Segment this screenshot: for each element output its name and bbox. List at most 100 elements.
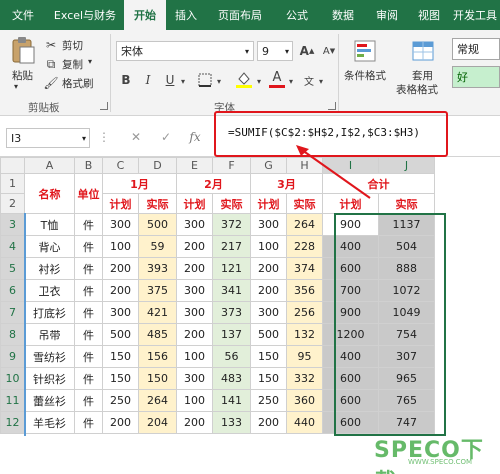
fill-color-icon[interactable] <box>234 70 254 88</box>
insert-function-icon[interactable]: fx <box>186 129 204 145</box>
header-actual-m3[interactable]: 实际 <box>286 193 323 214</box>
cell-unit[interactable]: 件 <box>74 411 103 434</box>
column-header-e[interactable]: E <box>176 157 213 174</box>
cell-value[interactable]: 393 <box>138 257 177 280</box>
cell-value[interactable]: 300 <box>176 279 213 302</box>
cell-name[interactable]: 羊毛衫 <box>24 411 75 434</box>
cell-value[interactable]: 300 <box>250 213 287 236</box>
cell-value[interactable]: 500 <box>138 213 177 236</box>
cell-value[interactable]: 372 <box>212 213 251 236</box>
cell-total-plan[interactable]: 600 <box>322 257 379 280</box>
table-format-icon[interactable] <box>410 38 436 64</box>
tab-developer[interactable]: 开发工具 <box>450 0 500 30</box>
header-plan-m1[interactable]: 计划 <box>102 193 139 214</box>
column-header-h[interactable]: H <box>286 157 323 174</box>
enter-icon[interactable]: ✓ <box>158 129 174 145</box>
cell-total-plan[interactable]: 700 <box>322 279 379 302</box>
header-month2[interactable]: 2月 <box>176 173 251 194</box>
header-month1[interactable]: 1月 <box>102 173 177 194</box>
header-plan-total[interactable]: 计划 <box>322 193 379 214</box>
cell-total-actual[interactable]: 1049 <box>378 301 435 324</box>
cell-name[interactable]: 衬衫 <box>24 257 75 280</box>
cell-total-plan[interactable]: 900 <box>322 213 379 236</box>
cell-name[interactable]: 雪纺衫 <box>24 345 75 368</box>
cell-value[interactable]: 200 <box>102 279 139 302</box>
tab-data[interactable]: 数据 <box>320 0 366 30</box>
cell-value[interactable]: 375 <box>138 279 177 302</box>
cell-total-actual[interactable]: 765 <box>378 389 435 412</box>
column-header-d[interactable]: D <box>138 157 177 174</box>
font-size-select[interactable]: 9 ▾ <box>257 41 293 61</box>
cell-value[interactable]: 500 <box>250 323 287 346</box>
column-header-c[interactable]: C <box>102 157 139 174</box>
cell-value[interactable]: 300 <box>176 213 213 236</box>
row-header-4[interactable]: 4 <box>0 235 25 258</box>
select-all-corner[interactable] <box>0 157 25 174</box>
conditional-format-icon[interactable] <box>352 38 378 64</box>
format-painter-icon[interactable]: 🖌 <box>43 76 58 90</box>
header-plan-m2[interactable]: 计划 <box>176 193 213 214</box>
row-header-9[interactable]: 9 <box>0 345 25 368</box>
cell-value[interactable]: 150 <box>250 367 287 390</box>
tab-page-layout[interactable]: 页面布局 <box>206 0 274 30</box>
cell-value[interactable]: 133 <box>212 411 251 434</box>
font-launcher-icon[interactable] <box>328 102 336 110</box>
format-painter-button[interactable]: 格式刷 <box>62 76 94 91</box>
cell-total-plan[interactable]: 600 <box>322 411 379 434</box>
cell-value[interactable]: 132 <box>286 323 323 346</box>
cell-total-plan[interactable]: 900 <box>322 301 379 324</box>
row-header-3[interactable]: 3 <box>0 213 25 236</box>
cell-value[interactable]: 341 <box>212 279 251 302</box>
row-header-6[interactable]: 6 <box>0 279 25 302</box>
borders-icon[interactable] <box>196 72 214 88</box>
cell-value[interactable]: 300 <box>102 301 139 324</box>
cell-total-plan[interactable]: 400 <box>322 345 379 368</box>
cell-unit[interactable]: 件 <box>74 345 103 368</box>
row-header-12[interactable]: 12 <box>0 411 25 434</box>
tab-excel-finance[interactable]: Excel与财务 <box>46 0 124 30</box>
cell-value[interactable]: 137 <box>212 323 251 346</box>
cell-value[interactable]: 200 <box>176 235 213 258</box>
row-header-8[interactable]: 8 <box>0 323 25 346</box>
cell-total-actual[interactable]: 747 <box>378 411 435 434</box>
cell-total-plan[interactable]: 1200 <box>322 323 379 346</box>
cell-total-plan[interactable]: 600 <box>322 389 379 412</box>
cell-value[interactable]: 264 <box>138 389 177 412</box>
style-normal[interactable]: 常规 <box>452 38 500 60</box>
column-header-i[interactable]: I <box>322 157 379 174</box>
cell-value[interactable]: 500 <box>102 323 139 346</box>
bold-button[interactable]: B <box>118 72 134 88</box>
tab-view[interactable]: 视图 <box>408 0 450 30</box>
row-header-10[interactable]: 10 <box>0 367 25 390</box>
phonetic-dropdown-icon[interactable]: ▾ <box>316 74 326 88</box>
row-header-11[interactable]: 11 <box>0 389 25 412</box>
header-actual-total[interactable]: 实际 <box>378 193 435 214</box>
row-header-7[interactable]: 7 <box>0 301 25 324</box>
borders-dropdown-icon[interactable]: ▾ <box>214 74 224 88</box>
cell-value[interactable]: 256 <box>286 301 323 324</box>
cell-value[interactable]: 200 <box>250 411 287 434</box>
cell-unit[interactable]: 件 <box>74 323 103 346</box>
cell-value[interactable]: 156 <box>138 345 177 368</box>
cell-value[interactable]: 421 <box>138 301 177 324</box>
cell-value[interactable]: 150 <box>102 345 139 368</box>
column-header-a[interactable]: A <box>24 157 75 174</box>
cell-value[interactable]: 200 <box>250 279 287 302</box>
paste-button[interactable]: 粘贴 <box>12 68 33 83</box>
cell-value[interactable]: 200 <box>102 411 139 434</box>
cell-value[interactable]: 100 <box>176 345 213 368</box>
clipboard-launcher-icon[interactable] <box>100 102 108 110</box>
tab-review[interactable]: 审阅 <box>366 0 408 30</box>
cell-name[interactable]: 打底衫 <box>24 301 75 324</box>
cell-total-plan[interactable]: 600 <box>322 367 379 390</box>
cell-value[interactable]: 141 <box>212 389 251 412</box>
cell-value[interactable]: 228 <box>286 235 323 258</box>
tab-file[interactable]: 文件 <box>0 0 46 30</box>
cell-total-actual[interactable]: 888 <box>378 257 435 280</box>
cancel-icon[interactable]: ✕ <box>128 129 144 145</box>
cell-value[interactable]: 250 <box>250 389 287 412</box>
underline-dropdown-icon[interactable]: ▾ <box>178 74 188 88</box>
cell-value[interactable]: 200 <box>176 411 213 434</box>
cell-unit[interactable]: 件 <box>74 279 103 302</box>
column-header-b[interactable]: B <box>74 157 103 174</box>
